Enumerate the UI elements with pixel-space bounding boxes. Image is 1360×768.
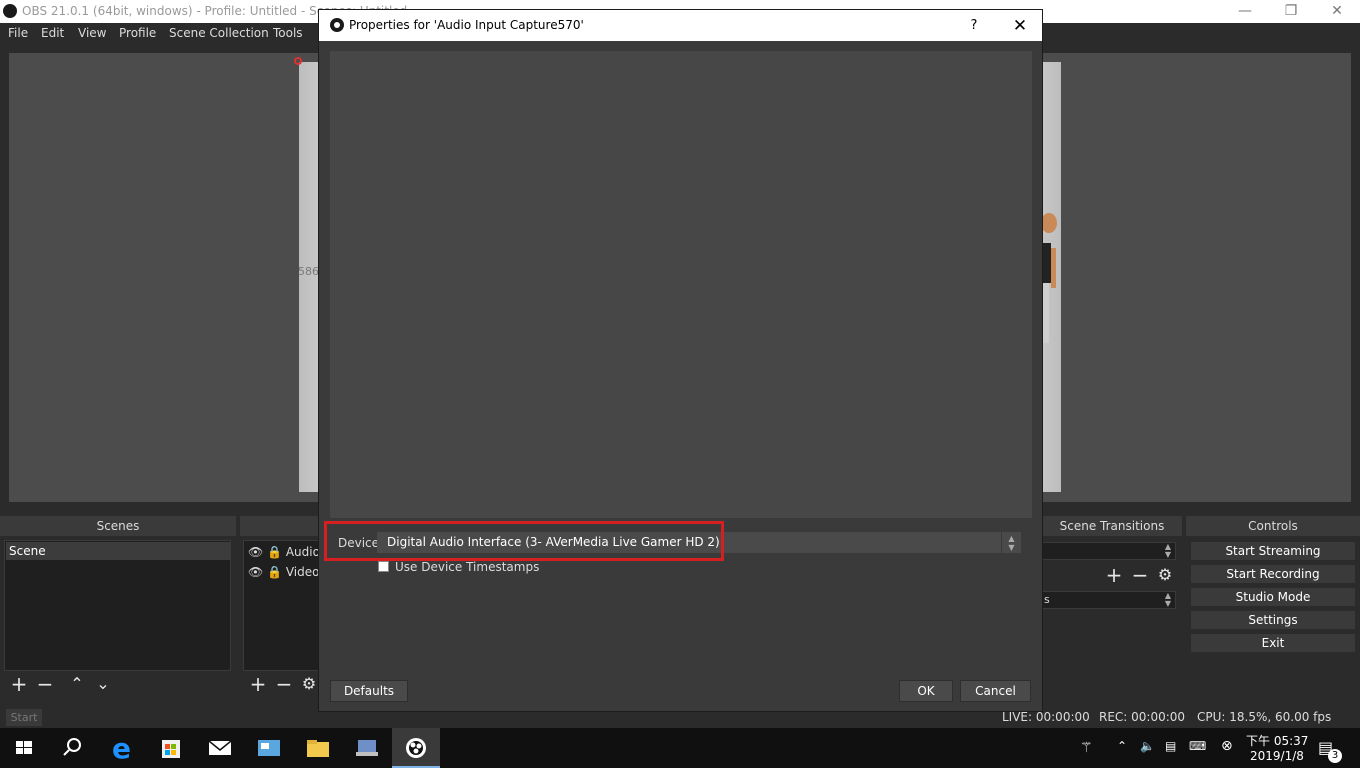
menu-profile[interactable]: Profile: [119, 26, 156, 40]
network-icon[interactable]: ▤: [1165, 739, 1176, 753]
search-icon[interactable]: [48, 728, 96, 768]
rec-time: REC: 00:00:00: [1099, 710, 1186, 724]
cancel-button[interactable]: Cancel: [960, 680, 1031, 702]
highlight-box: [324, 521, 724, 561]
network-app-icon[interactable]: [343, 728, 391, 768]
dialog-preview: [330, 51, 1032, 518]
use-device-timestamps-label: Use Device Timestamps: [395, 560, 540, 574]
transitions-dock-title: Scene Transitions: [1042, 516, 1182, 536]
scenes-toolbar: + − ⌃ ⌄: [4, 673, 231, 697]
dialog-title: Properties for 'Audio Input Capture570': [349, 18, 584, 32]
add-source-icon[interactable]: +: [246, 673, 270, 697]
properties-dialog: Properties for 'Audio Input Capture570' …: [318, 9, 1043, 712]
remove-scene-icon[interactable]: −: [33, 673, 57, 697]
ok-button[interactable]: OK: [899, 680, 953, 702]
lock-icon[interactable]: 🔒: [267, 545, 282, 559]
svg-text:e: e: [112, 732, 131, 765]
scene-item[interactable]: Scene: [6, 542, 231, 560]
edge-browser-icon[interactable]: e: [98, 728, 146, 768]
keyboard-icon[interactable]: ⌨: [1189, 739, 1206, 753]
settings-button[interactable]: Settings: [1190, 610, 1356, 630]
start-mini-button[interactable]: Start: [6, 709, 42, 726]
menu-file[interactable]: File: [8, 26, 28, 40]
clock-date[interactable]: 2019/1/8: [1250, 749, 1304, 763]
remove-transition-icon[interactable]: −: [1128, 564, 1152, 588]
duration-field[interactable]: s ▲ ▼: [1040, 591, 1176, 609]
menu-tools[interactable]: Tools: [273, 26, 303, 40]
input-method-icon[interactable]: ⊗: [1221, 738, 1233, 754]
duration-suffix: s: [1044, 593, 1050, 606]
live-time: LIVE: 00:00:00: [1002, 710, 1090, 724]
defaults-button[interactable]: Defaults: [330, 680, 408, 702]
sources-toolbar: + − ⚙: [243, 673, 323, 697]
use-device-timestamps-checkbox[interactable]: [378, 561, 389, 572]
studio-mode-button[interactable]: Studio Mode: [1190, 587, 1356, 607]
move-up-icon[interactable]: ⌃: [65, 673, 89, 697]
move-down-icon[interactable]: ⌄: [91, 673, 115, 697]
notification-badge: 3: [1328, 749, 1342, 763]
maximize-icon[interactable]: ❐: [1268, 0, 1314, 23]
transition-select[interactable]: ▲ ▼: [1040, 542, 1176, 560]
scenes-dock-title: Scenes: [0, 516, 236, 536]
taskbar: e ⚚ ⌃ 🔈 ▤ ⌨ ⊗ 下午 05:37 2019/1/8 ▤ 3: [0, 728, 1360, 768]
transition-gear-icon[interactable]: ⚙: [1153, 564, 1177, 588]
transitions-area: ▲ ▼ + − ⚙ s ▲ ▼: [1040, 540, 1180, 610]
dialog-close-button[interactable]: ✕: [1002, 15, 1038, 37]
obs-logo-icon: [330, 18, 344, 32]
scenes-list[interactable]: Scene: [4, 540, 231, 671]
spin-icon: ▲ ▼: [1164, 542, 1172, 559]
start-recording-button[interactable]: Start Recording: [1190, 564, 1356, 584]
minimize-icon[interactable]: —: [1222, 0, 1268, 23]
source-item[interactable]: 👁 🔒 Video Capture Device: [248, 563, 322, 581]
sources-list[interactable]: 👁 🔒 Audio Input Capture570 👁 🔒 Video Cap…: [243, 540, 323, 671]
eye-icon[interactable]: 👁: [248, 565, 263, 579]
source-item[interactable]: 👁 🔒 Audio Input Capture570: [248, 543, 322, 561]
preview-overlay-text: 586: [298, 265, 319, 278]
menu-view[interactable]: View: [78, 26, 106, 40]
cpu-usage: CPU: 18.5%, 60.00 fps: [1197, 710, 1332, 724]
start-streaming-button[interactable]: Start Streaming: [1190, 541, 1356, 561]
lock-icon[interactable]: 🔒: [267, 565, 282, 579]
dialog-titlebar: Properties for 'Audio Input Capture570' …: [319, 10, 1042, 41]
volume-icon[interactable]: 🔈: [1140, 739, 1155, 753]
pin-marker-icon: [294, 57, 302, 65]
obs-taskbar-icon[interactable]: [392, 728, 440, 768]
add-transition-icon[interactable]: +: [1102, 564, 1126, 588]
store-icon[interactable]: [147, 728, 195, 768]
people-icon[interactable]: ⚚: [1080, 740, 1093, 756]
add-scene-icon[interactable]: +: [7, 673, 31, 697]
controls-dock-title: Controls: [1186, 516, 1360, 536]
windows-start-icon[interactable]: [0, 728, 48, 768]
menu-scene-collection[interactable]: Scene Collection: [169, 26, 269, 40]
tray-chevron-icon[interactable]: ⌃: [1117, 739, 1127, 753]
mail-icon[interactable]: [196, 728, 244, 768]
chevron-updown-icon: ▲ ▼: [1001, 532, 1021, 553]
sources-dock-title: [240, 516, 320, 536]
clock-time[interactable]: 下午 05:37: [1246, 732, 1308, 749]
help-button[interactable]: ?: [959, 15, 989, 37]
control-panel-icon[interactable]: [245, 728, 293, 768]
exit-button[interactable]: Exit: [1190, 633, 1356, 653]
spin-icon: ▲ ▼: [1164, 591, 1172, 608]
eye-icon[interactable]: 👁: [248, 545, 263, 559]
close-icon[interactable]: ✕: [1314, 0, 1360, 23]
file-explorer-icon[interactable]: [294, 728, 342, 768]
remove-source-icon[interactable]: −: [272, 673, 296, 697]
menu-edit[interactable]: Edit: [41, 26, 64, 40]
obs-logo-icon: [3, 4, 17, 18]
